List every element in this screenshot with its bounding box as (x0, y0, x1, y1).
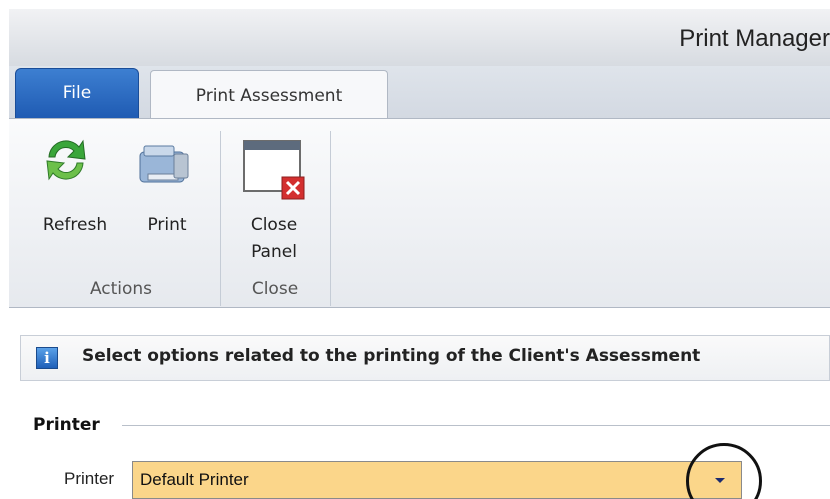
close-panel-icon (243, 140, 305, 200)
print-label: Print (147, 215, 187, 235)
info-message: Select options related to the printing o… (82, 346, 701, 366)
highlight-circle (686, 443, 762, 499)
group-label-close: Close (251, 279, 299, 299)
printer-section-title: Printer (33, 415, 100, 435)
tab-file[interactable]: File (15, 68, 139, 118)
title-bar: Print Manager (9, 9, 830, 66)
section-divider (122, 425, 830, 426)
printer-select[interactable]: Default Printer (132, 461, 742, 499)
refresh-icon (46, 139, 86, 181)
tab-print-assessment[interactable]: Print Assessment (150, 70, 388, 119)
refresh-label: Refresh (42, 215, 108, 235)
close-panel-label-line2: Panel (251, 242, 297, 262)
group-label-actions: Actions (89, 279, 153, 299)
close-panel-button[interactable]: Close Panel (228, 135, 320, 275)
ribbon-group-separator-end (330, 131, 331, 306)
window-title: Print Manager (679, 25, 830, 52)
info-icon: i (36, 347, 58, 369)
ribbon-group-separator (220, 131, 221, 306)
printer-icon (139, 145, 189, 183)
printer-select-value: Default Printer (140, 470, 249, 489)
close-panel-label-line1: Close (250, 215, 298, 235)
refresh-button[interactable]: Refresh (33, 135, 117, 245)
printer-field-label: Printer (64, 469, 115, 488)
print-button[interactable]: Print (130, 135, 204, 245)
